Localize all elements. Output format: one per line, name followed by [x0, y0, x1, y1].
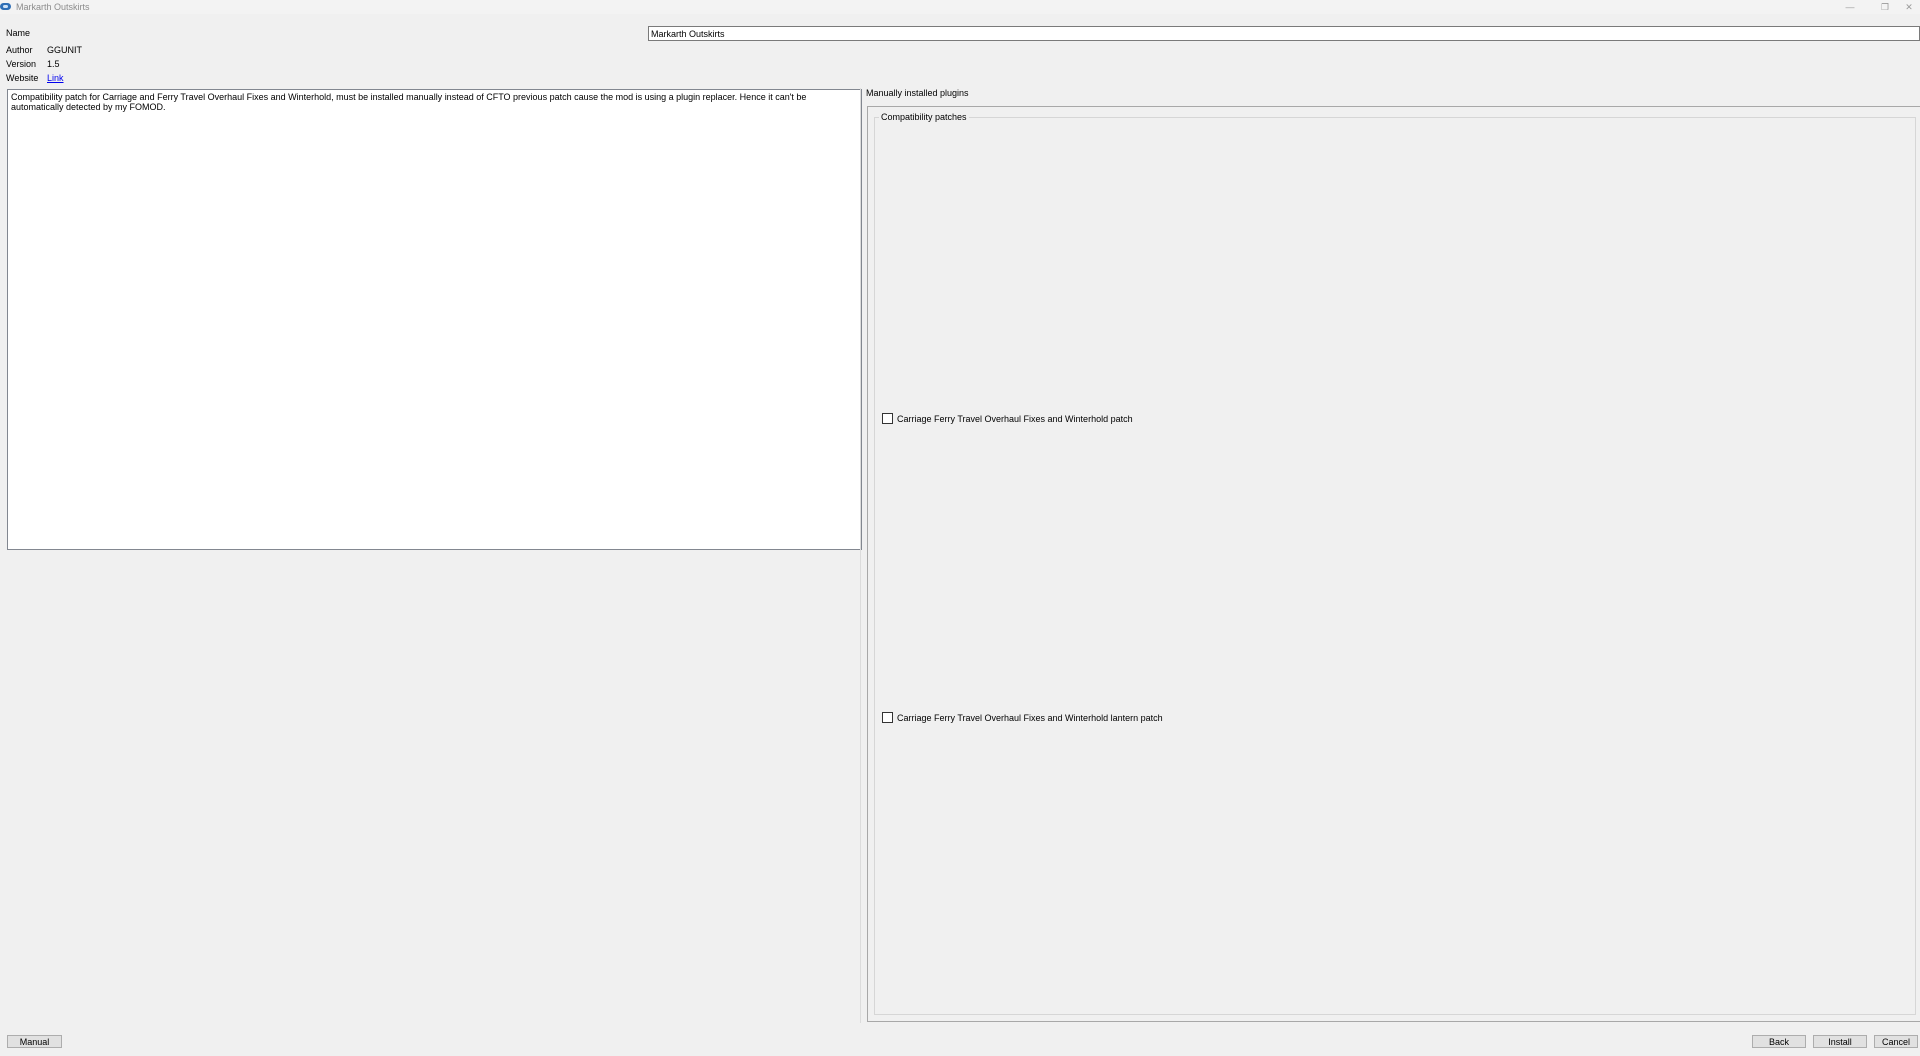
mod-organizer-icon — [0, 3, 11, 10]
name-label: Name — [6, 28, 31, 38]
author-label: Author — [6, 45, 33, 55]
window-title: Markarth Outskirts — [16, 2, 90, 12]
minimize-icon[interactable]: — — [1835, 0, 1865, 14]
title-bar: Markarth Outskirts — ❐ ✕ — [0, 0, 1920, 14]
option-checkbox[interactable] — [882, 413, 893, 424]
version-value: 1.5 — [47, 59, 60, 69]
description-box[interactable]: Compatibility patch for Carriage and Fer… — [7, 89, 862, 550]
option-winterhold-lantern-patch[interactable]: Carriage Ferry Travel Overhaul Fixes and… — [882, 712, 1163, 723]
option-label: Carriage Ferry Travel Overhaul Fixes and… — [897, 413, 1133, 424]
website-link[interactable]: Link — [47, 73, 64, 83]
install-button[interactable]: Install — [1813, 1035, 1867, 1048]
group-title: Compatibility patches — [879, 112, 969, 122]
option-winterhold-patch[interactable]: Carriage Ferry Travel Overhaul Fixes and… — [882, 413, 1133, 424]
step-title: Manually installed plugins — [866, 88, 969, 98]
panel-splitter[interactable] — [860, 88, 861, 1023]
close-icon[interactable]: ✕ — [1898, 0, 1920, 14]
group-box — [874, 117, 1916, 1015]
back-button[interactable]: Back — [1752, 1035, 1806, 1048]
author-value: GGUNIT — [47, 45, 82, 55]
website-label: Website — [6, 73, 39, 83]
name-input[interactable] — [648, 26, 1920, 41]
option-checkbox[interactable] — [882, 712, 893, 723]
version-label: Version — [6, 59, 37, 69]
option-label: Carriage Ferry Travel Overhaul Fixes and… — [897, 712, 1163, 723]
cancel-button[interactable]: Cancel — [1874, 1035, 1918, 1048]
manual-button[interactable]: Manual — [7, 1035, 62, 1048]
maximize-icon[interactable]: ❐ — [1870, 0, 1900, 14]
